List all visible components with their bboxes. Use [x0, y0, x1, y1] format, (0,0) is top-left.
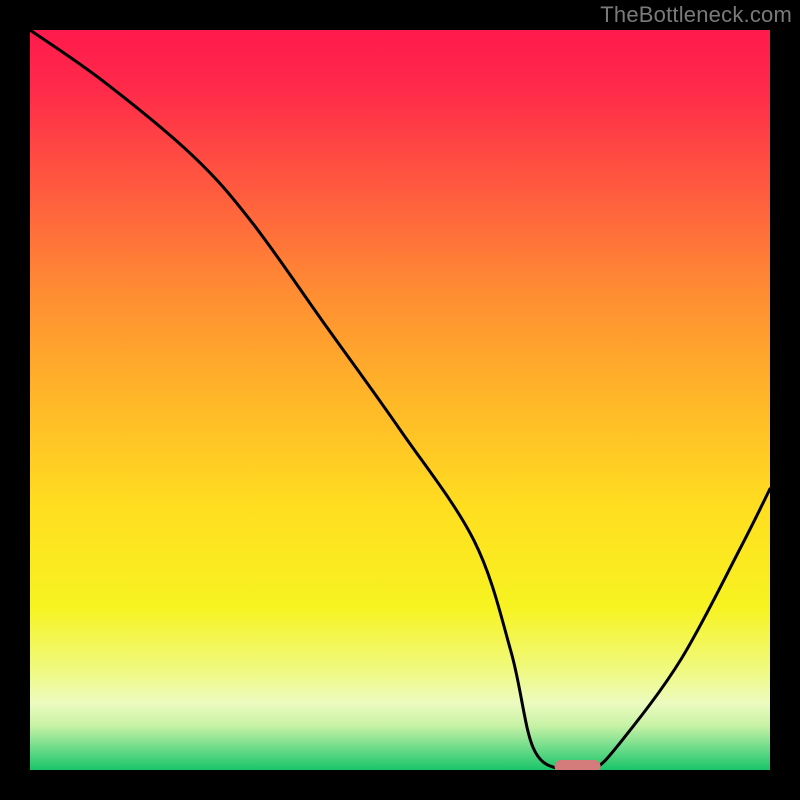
heatmap-background [30, 30, 770, 770]
bottleneck-chart [0, 0, 800, 800]
chart-container: { "watermark": "TheBottleneck.com", "cha… [0, 0, 800, 800]
watermark-text: TheBottleneck.com [600, 2, 792, 28]
